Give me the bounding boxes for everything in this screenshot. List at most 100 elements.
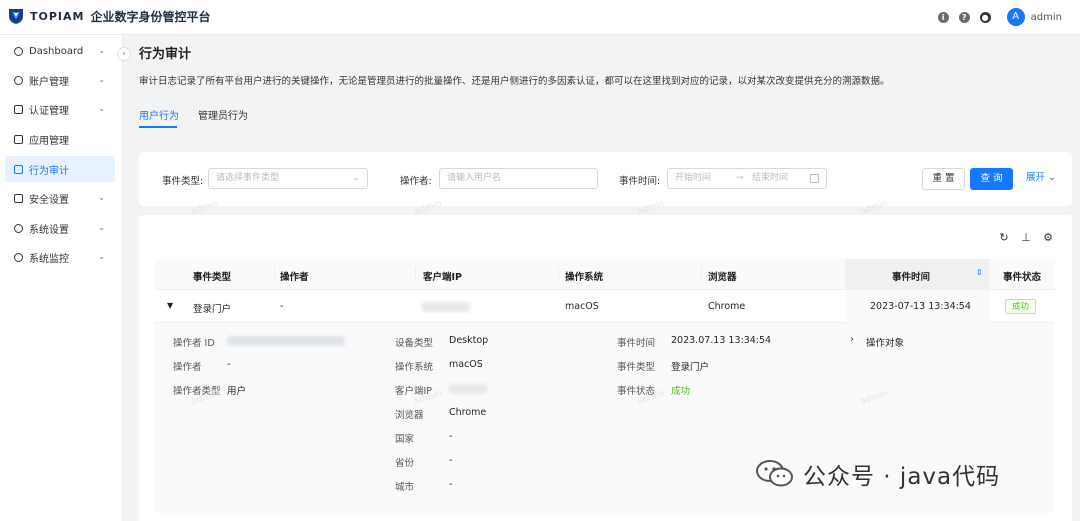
page-description: 审计日志记录了所有平台用户进行的关键操作，无论是管理员进行的批量操作、还是用户侧…: [139, 76, 890, 87]
sidebar: Dashboard ⌄ 账户管理 ⌄ 认证管理 ⌄ 应用管理 行为审计 安全设置…: [0, 35, 123, 521]
monitor-icon: [14, 252, 23, 262]
sidebar-item-apps[interactable]: 应用管理: [5, 126, 115, 152]
detail-label: 国家: [395, 434, 415, 445]
detail-value: -: [449, 431, 453, 442]
detail-label: 操作者: [173, 362, 202, 373]
expand-filter-button[interactable]: 展开 ⌄: [1021, 168, 1061, 190]
sidebar-item-label: 账户管理: [29, 76, 69, 88]
column-divider: [701, 267, 702, 282]
app-title: 企业数字身份管控平台: [90, 10, 211, 24]
collapse-sidebar-button[interactable]: ‹: [117, 47, 131, 61]
event-type-select[interactable]: 请选择事件类型 ⌄: [208, 168, 368, 189]
info-icon[interactable]: i: [937, 11, 949, 23]
sidebar-item-dashboard[interactable]: Dashboard ⌄: [5, 38, 115, 64]
arrow-right-icon: →: [736, 173, 744, 183]
sidebar-item-accounts[interactable]: 账户管理 ⌄: [5, 67, 115, 93]
operator-label: 操作者:: [400, 176, 432, 187]
detail-label: 城市: [395, 482, 415, 493]
detail-value: 登录门户: [671, 362, 710, 373]
user-icon: [14, 75, 23, 85]
operator-id-redacted: [227, 336, 345, 346]
cell-client-ip-redacted: [422, 302, 470, 312]
col-browser: 浏览器: [708, 272, 737, 283]
column-divider: [558, 267, 559, 282]
avatar[interactable]: A: [1006, 8, 1025, 26]
column-height-icon[interactable]: ⊥: [1020, 232, 1032, 244]
collapse-row-icon[interactable]: ▼: [167, 301, 173, 310]
chevron-right-icon[interactable]: ›: [850, 334, 854, 345]
cell-os: macOS: [565, 301, 599, 312]
dashboard-icon: [14, 46, 23, 56]
github-icon[interactable]: ●: [979, 11, 991, 23]
sidebar-item-auth[interactable]: 认证管理 ⌄: [5, 96, 115, 122]
active-tab-indicator: [139, 126, 177, 128]
refresh-icon[interactable]: ↻: [998, 232, 1010, 244]
security-icon: [14, 193, 23, 203]
top-bar: TOPIAM 企业数字身份管控平台 i ? ● A admin: [0, 0, 1080, 35]
detail-value: -: [227, 359, 231, 370]
operator-input[interactable]: 请输入用户名: [439, 168, 598, 189]
sidebar-item-label: 认证管理: [29, 105, 69, 117]
client-ip-redacted: [449, 384, 487, 394]
time-start-placeholder: 开始时间: [675, 173, 712, 183]
event-type-placeholder: 请选择事件类型: [216, 173, 280, 183]
sidebar-item-system-settings[interactable]: 系统设置 ⌄: [5, 215, 115, 241]
detail-label: 设备类型: [395, 338, 434, 349]
search-button[interactable]: 查 询: [970, 168, 1013, 190]
event-type-label: 事件类型:: [162, 176, 204, 187]
apps-icon: [14, 134, 23, 144]
tab-admin-behavior[interactable]: 管理员行为: [198, 107, 248, 122]
brand-name: TOPIAM: [30, 10, 85, 23]
cell-browser: Chrome: [708, 301, 746, 312]
filter-bar: 事件类型: 请选择事件类型 ⌄ 操作者: 请输入用户名 事件时间: 开始时间 →…: [139, 152, 1072, 206]
wechat-overlay: 公众号 · java代码: [755, 457, 1000, 491]
sidebar-item-label: Dashboard: [29, 45, 84, 57]
sidebar-item-audit[interactable]: 行为审计: [5, 156, 115, 182]
chevron-down-icon: ⌄: [98, 104, 105, 113]
table-row[interactable]: ▼ 登录门户 - macOS Chrome 2023-07-13 13:34:5…: [155, 290, 1055, 323]
status-badge: 成功: [1005, 299, 1037, 314]
tab-user-behavior[interactable]: 用户行为: [139, 107, 179, 122]
detail-label: 省份: [395, 458, 415, 469]
logo[interactable]: TOPIAM 企业数字身份管控平台: [8, 8, 210, 25]
table-header: 事件类型 操作者 客户端IP 操作系统 浏览器 事件时间 ⇕ 事件状态: [155, 259, 1055, 290]
sidebar-item-security[interactable]: 安全设置 ⌄: [5, 185, 115, 211]
column-divider: [274, 267, 275, 282]
detail-label: 事件时间: [617, 338, 656, 349]
chevron-down-icon: ⌄: [98, 75, 105, 84]
calendar-icon: [810, 174, 819, 183]
chevron-down-icon: ⌄: [98, 252, 105, 261]
sidebar-item-label: 安全设置: [29, 194, 69, 206]
event-time-range[interactable]: 开始时间 → 结束时间: [667, 168, 827, 189]
help-icon[interactable]: ?: [958, 11, 970, 23]
detail-label: 操作者 ID: [173, 338, 215, 349]
sidebar-item-label: 系统监控: [29, 253, 69, 265]
detail-value: Chrome: [449, 407, 487, 418]
wechat-icon: [756, 460, 793, 487]
sidebar-item-label: 应用管理: [29, 135, 69, 147]
page-title: 行为审计: [139, 47, 192, 62]
reset-button[interactable]: 重 置: [922, 168, 965, 190]
user-name[interactable]: admin: [1031, 12, 1062, 23]
expand-label: 展开: [1025, 172, 1045, 183]
chevron-down-icon: ⌄: [98, 193, 105, 202]
gear-icon[interactable]: ⚙: [1042, 232, 1054, 244]
col-event-status: 事件状态: [1003, 272, 1042, 283]
chevron-down-icon: ⌄: [1048, 172, 1056, 183]
wechat-account-text: 公众号 · java代码: [803, 464, 1001, 490]
col-client-ip: 客户端IP: [423, 272, 462, 283]
col-event-time[interactable]: 事件时间: [892, 269, 930, 283]
detail-value: Desktop: [449, 335, 489, 346]
chevron-down-icon: ⌄: [98, 223, 105, 232]
detail-value: -: [449, 479, 453, 490]
chevron-down-icon: ⌄: [352, 173, 360, 183]
detail-label: 操作系统: [395, 362, 434, 373]
detail-value: -: [449, 455, 453, 466]
cell-operator: -: [280, 301, 284, 312]
shield-icon: [14, 104, 23, 114]
event-time-label: 事件时间:: [619, 176, 661, 187]
operation-target-toggle[interactable]: 操作对象: [866, 335, 904, 349]
sidebar-item-monitor[interactable]: 系统监控 ⌄: [5, 244, 115, 270]
sort-icon[interactable]: ⇕: [976, 268, 983, 277]
sidebar-item-label: 系统设置: [29, 224, 69, 236]
